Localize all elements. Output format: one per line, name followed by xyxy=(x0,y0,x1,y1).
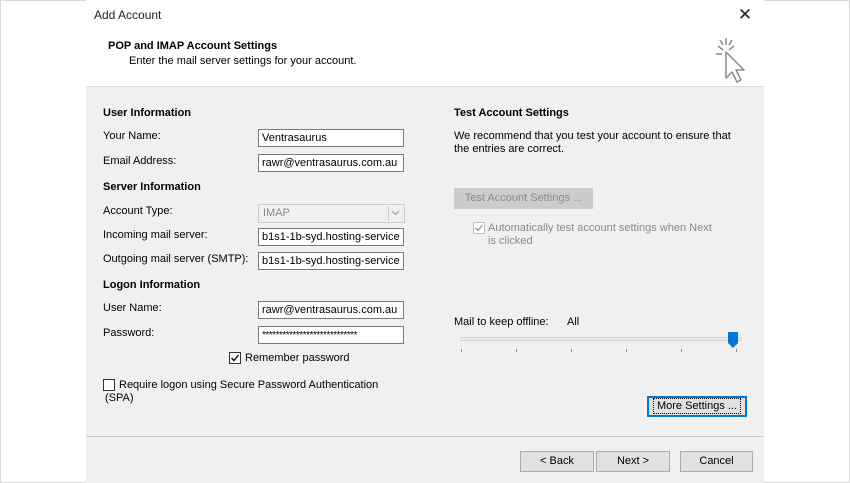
account-type-value: IMAP xyxy=(263,207,290,219)
more-settings-label: More Settings ... xyxy=(652,398,742,414)
back-button[interactable]: < Back xyxy=(520,451,594,472)
spa-label: Require logon using Secure Password Auth… xyxy=(119,379,379,391)
slider-tick xyxy=(681,349,682,352)
spa-checkbox[interactable] xyxy=(103,379,115,391)
auto-test-label: Automatically test account settings when… xyxy=(488,222,712,234)
chevron-down-icon xyxy=(388,206,403,221)
slider-tick xyxy=(736,349,737,352)
incoming-server-label: Incoming mail server: xyxy=(103,229,208,241)
account-type-select: IMAP xyxy=(258,204,405,223)
checkmark-icon xyxy=(231,354,240,362)
outgoing-server-label: Outgoing mail server (SMTP): xyxy=(103,253,249,265)
more-settings-button[interactable]: More Settings ... xyxy=(647,396,747,417)
server-info-heading: Server Information xyxy=(103,181,201,193)
slider-track xyxy=(460,337,742,341)
cancel-button[interactable]: Cancel xyxy=(680,451,753,472)
slider-tick xyxy=(626,349,627,352)
test-settings-heading: Test Account Settings xyxy=(454,107,569,119)
remember-password-checkbox[interactable] xyxy=(229,352,241,364)
wizard-header: POP and IMAP Account Settings Enter the … xyxy=(86,30,764,87)
settings-panel: User Information Your Name: Ventrasaurus… xyxy=(86,87,764,437)
outgoing-server-field[interactable]: b1s1-1b-syd.hosting-service xyxy=(258,252,404,270)
password-label: Password: xyxy=(103,327,155,339)
auto-test-label-cont: is clicked xyxy=(488,235,533,247)
window-title: Add Account xyxy=(94,8,162,22)
next-button[interactable]: Next > xyxy=(596,451,670,472)
close-button[interactable]: ✕ xyxy=(730,2,760,28)
offline-value: All xyxy=(567,316,580,328)
add-account-dialog: Add Account ✕ POP and IMAP Account Setti… xyxy=(86,0,764,483)
slider-tick xyxy=(571,349,572,352)
remember-password-label: Remember password xyxy=(245,352,350,364)
title-bar: Add Account ✕ xyxy=(86,0,764,30)
checkmark-icon xyxy=(475,224,484,232)
your-name-field[interactable]: Ventrasaurus xyxy=(258,129,404,147)
account-type-label: Account Type: xyxy=(103,205,173,217)
test-settings-desc-2: the entries are correct. xyxy=(454,143,565,155)
spa-label-cont: (SPA) xyxy=(105,392,134,404)
header-subtitle: Enter the mail server settings for your … xyxy=(129,55,357,67)
header-title: POP and IMAP Account Settings xyxy=(108,40,278,52)
incoming-server-field[interactable]: b1s1-1b-syd.hosting-service xyxy=(258,228,404,246)
test-settings-desc-1: We recommend that you test your account … xyxy=(454,130,731,142)
close-icon: ✕ xyxy=(737,5,753,24)
wizard-footer: < Back Next > Cancel xyxy=(86,437,764,483)
test-account-settings-button[interactable]: Test Account Settings ... xyxy=(454,188,593,209)
user-info-heading: User Information xyxy=(103,107,192,119)
email-field[interactable]: rawr@ventrasaurus.com.au xyxy=(258,154,404,172)
username-label: User Name: xyxy=(103,302,162,314)
auto-test-checkbox[interactable] xyxy=(473,222,485,234)
slider-tick xyxy=(516,349,517,352)
slider-tick xyxy=(461,349,462,352)
email-label: Email Address: xyxy=(103,155,177,167)
slider-thumb[interactable] xyxy=(728,332,738,348)
wizard-cursor-icon xyxy=(716,38,745,83)
username-field[interactable]: rawr@ventrasaurus.com.au xyxy=(258,301,404,319)
offline-slider[interactable] xyxy=(460,332,742,356)
password-field[interactable]: **************************** xyxy=(258,326,404,344)
logon-info-heading: Logon Information xyxy=(103,279,201,291)
offline-label: Mail to keep offline: xyxy=(454,316,549,328)
your-name-label: Your Name: xyxy=(103,130,161,142)
